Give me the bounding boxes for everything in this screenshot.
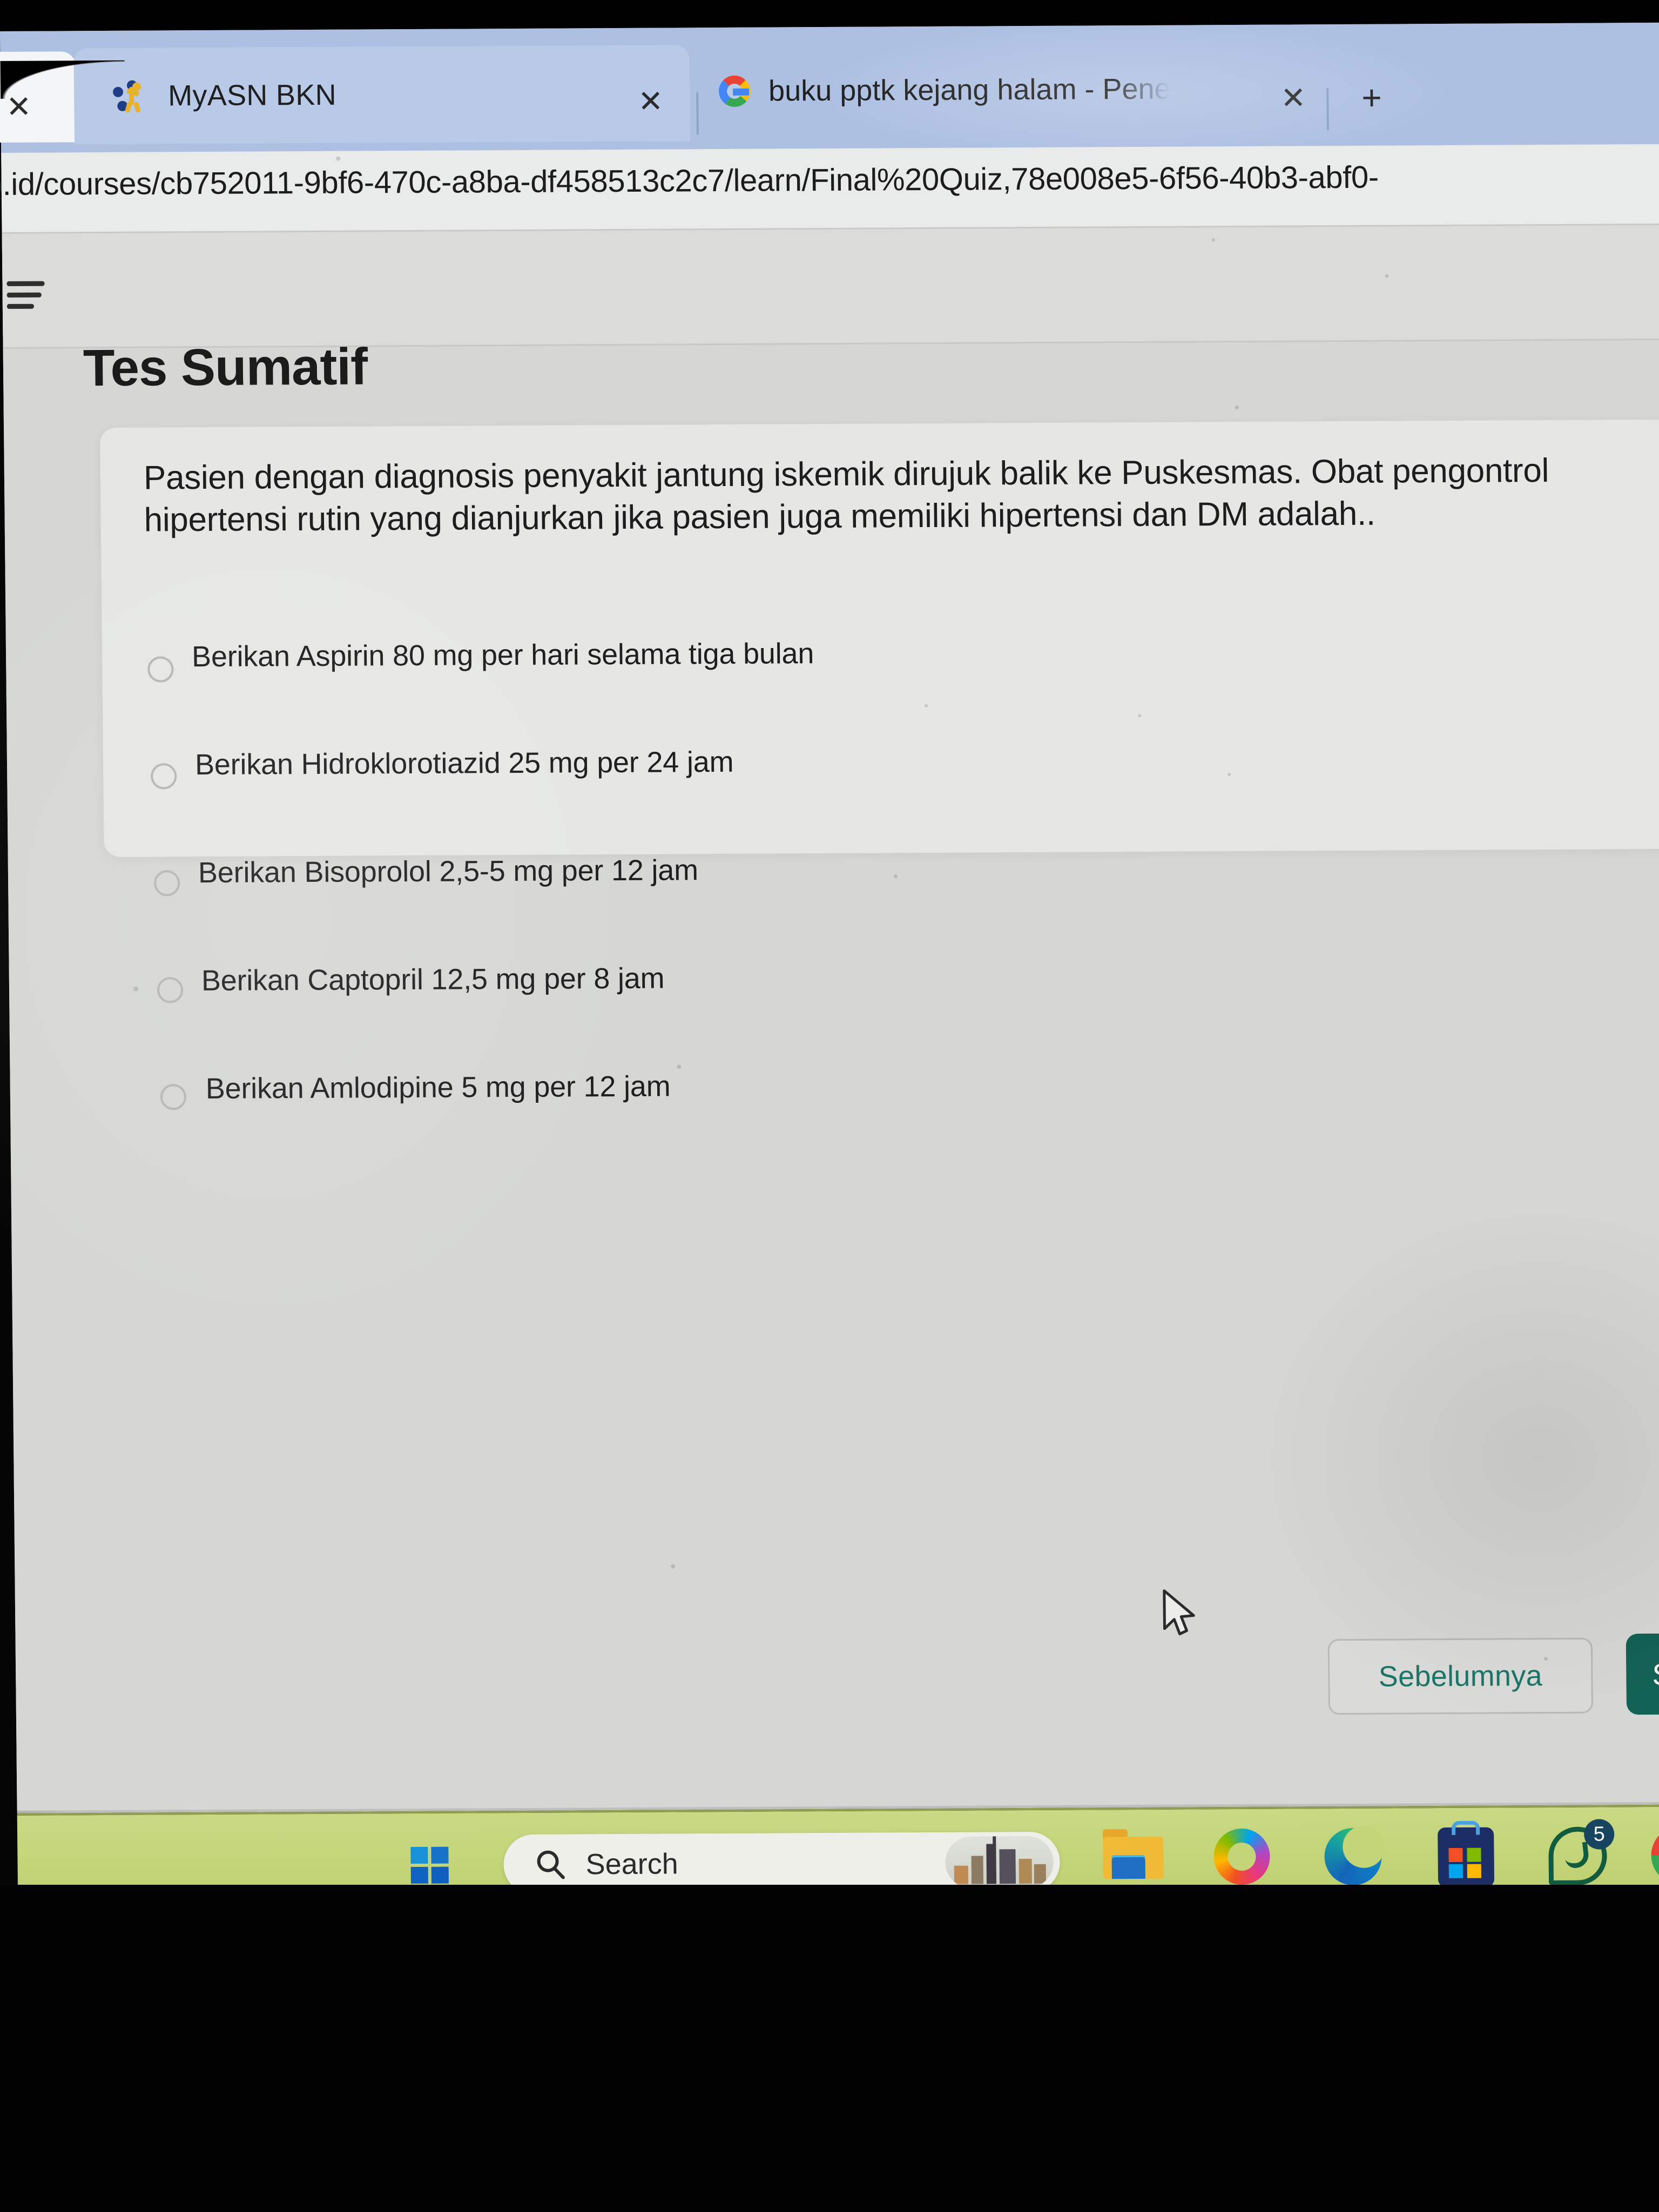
new-tab-button[interactable]: + — [1361, 78, 1382, 117]
google-logo-icon — [718, 75, 751, 107]
answer-option[interactable]: Berikan Captopril 12,5 mg per 8 jam — [148, 943, 1553, 1056]
dust-speck — [1544, 1657, 1548, 1661]
web-page-content: Tes Sumatif Pasien dengan diagnosis peny… — [2, 156, 1659, 1811]
dust-speck — [925, 704, 928, 708]
answer-option-label: Berikan Captopril 12,5 mg per 8 jam — [201, 962, 665, 997]
previous-button[interactable]: Sebelumnya — [1327, 1637, 1594, 1715]
radio-button-icon[interactable] — [153, 870, 180, 896]
tab-close-icon[interactable]: ✕ — [638, 84, 664, 118]
tab-divider — [1326, 88, 1329, 131]
tab-title: buku pptk kejang halam - Pene — [768, 72, 1171, 107]
microsoft-edge-icon[interactable] — [1324, 1827, 1390, 1893]
whatsapp-unread-badge: 5 — [1583, 1819, 1615, 1850]
radio-button-icon[interactable] — [147, 656, 174, 683]
radio-button-icon[interactable] — [160, 1084, 187, 1110]
microsoft-365-icon[interactable] — [1213, 1828, 1279, 1894]
dust-speck — [336, 156, 341, 161]
question-text: Pasien dengan diagnosis penyakit jantung… — [143, 451, 1549, 539]
answer-options-list: Berikan Aspirin 80 mg per hari selama ti… — [145, 625, 1554, 1162]
dust-speck — [894, 874, 898, 879]
screen-corner-shadow — [0, 60, 125, 99]
dust-speck — [1235, 405, 1239, 410]
app-header-bar — [2, 225, 1659, 347]
hamburger-menu-icon[interactable] — [6, 281, 56, 310]
next-button[interactable]: S — [1626, 1633, 1659, 1715]
dust-speck — [1385, 274, 1389, 278]
dust-speck — [1211, 238, 1215, 242]
search-icon — [537, 1850, 565, 1879]
dust-speck — [671, 1564, 676, 1569]
microsoft-store-icon[interactable] — [1438, 1820, 1503, 1892]
address-bar-url-text[interactable]: o.id/courses/cb752011-9bf6-470c-a8ba-df4… — [0, 159, 1379, 203]
search-highlight-thumbnail[interactable] — [945, 1836, 1054, 1889]
answer-option-label: Berikan Bisoprolol 2,5-5 mg per 12 jam — [198, 854, 699, 889]
radio-button-icon[interactable] — [151, 763, 177, 790]
browser-tab-google-search[interactable]: buku pptk kejang halam - Pene — [718, 41, 1313, 139]
radio-button-icon[interactable] — [157, 977, 184, 1003]
page-title: Tes Sumatif — [83, 338, 368, 397]
browser-tab-strip: ✕ MyASN BKN ✕ buku pptk kejang halam - P… — [0, 22, 1659, 153]
dust-speck — [1228, 773, 1231, 777]
answer-option[interactable]: Berikan Bisoprolol 2,5-5 mg per 12 jam — [147, 837, 1552, 950]
answer-option-label: Berikan Aspirin 80 mg per hari selama ti… — [191, 637, 814, 673]
mouse-cursor — [1163, 1589, 1195, 1636]
tab-close-icon[interactable]: ✕ — [1280, 80, 1306, 114]
answer-option[interactable]: Berikan Aspirin 80 mg per hari selama ti… — [145, 625, 1550, 739]
answer-option-label: Berikan Amlodipine 5 mg per 12 jam — [205, 1070, 671, 1105]
tab-title: MyASN BKN — [167, 78, 337, 112]
answer-option-label: Berikan Hidroklorotiazid 25 mg per 24 ja… — [194, 745, 734, 781]
dust-speck — [1138, 713, 1142, 717]
browser-tab-myasn[interactable]: MyASN BKN — [73, 45, 691, 145]
search-placeholder: Search — [585, 1847, 679, 1881]
windows-start-icon[interactable] — [410, 1846, 449, 1884]
tab-divider — [696, 92, 699, 135]
dust-speck — [677, 1064, 682, 1069]
dust-speck — [133, 986, 139, 992]
answer-option[interactable]: Berikan Hidroklorotiazid 25 mg per 24 ja… — [146, 731, 1552, 845]
google-chrome-icon[interactable] — [1651, 1826, 1659, 1891]
screen-surface: ✕ MyASN BKN ✕ buku pptk kejang halam - P… — [0, 22, 1659, 1916]
answer-option[interactable]: Berikan Amlodipine 5 mg per 12 jam — [149, 1049, 1554, 1162]
screen-bezel-bottom — [0, 1885, 1659, 2212]
whatsapp-icon[interactable]: 5 — [1548, 1819, 1615, 1892]
laptop-screen-photo: ✕ MyASN BKN ✕ buku pptk kejang halam - P… — [0, 0, 1659, 2212]
